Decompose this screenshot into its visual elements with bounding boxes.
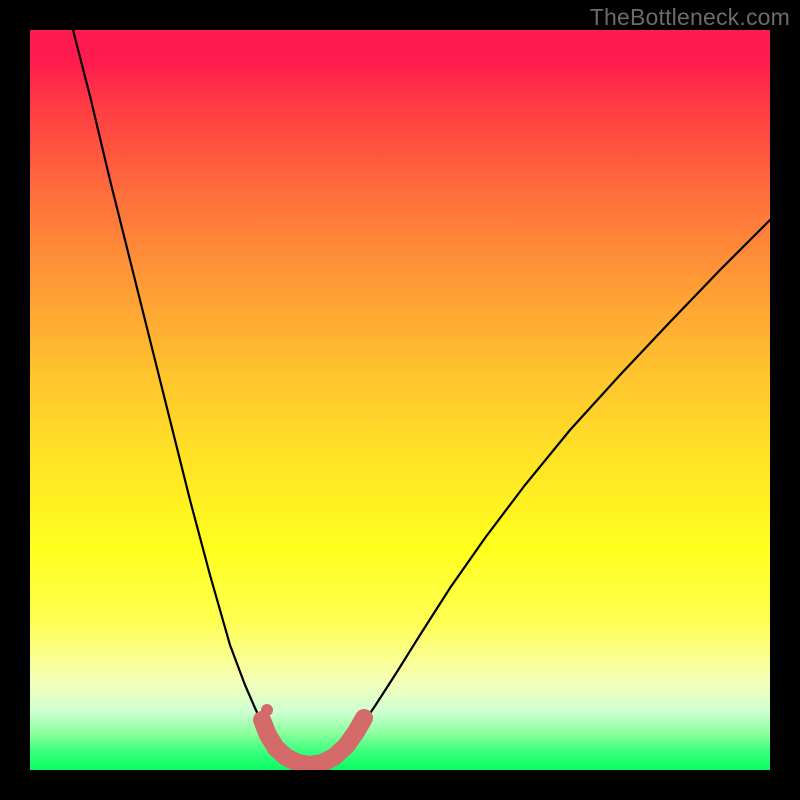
chart-svg xyxy=(30,30,770,770)
trough-highlight-u xyxy=(262,718,364,765)
bottleneck-curve xyxy=(73,30,770,765)
chart-frame: TheBottleneck.com xyxy=(0,0,800,800)
plot-area xyxy=(30,30,770,770)
trough-highlight-dot xyxy=(261,704,273,716)
watermark-text: TheBottleneck.com xyxy=(590,4,790,31)
